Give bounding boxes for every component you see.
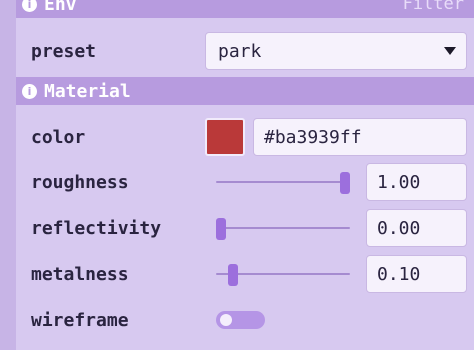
slider-thumb[interactable] [228, 264, 239, 286]
metalness-label: metalness [31, 263, 129, 285]
color-value: #ba3939ff [264, 126, 362, 148]
roughness-label: roughness [31, 171, 129, 193]
toggle-knob [220, 314, 232, 326]
slider-thumb[interactable] [340, 172, 350, 194]
reflectivity-value: 0.00 [377, 217, 421, 239]
slider-thumb[interactable] [216, 218, 226, 240]
color-label: color [31, 126, 86, 148]
reflectivity-slider[interactable] [216, 218, 350, 240]
env-section-header[interactable]: i Env Filter [16, 0, 474, 18]
roughness-row: roughness 1.00 [16, 159, 474, 205]
roughness-value: 1.00 [377, 171, 421, 193]
chevron-down-icon [444, 47, 456, 55]
metalness-input[interactable]: 0.10 [366, 255, 467, 293]
info-icon: i [22, 83, 37, 99]
filter-input[interactable]: Filter [403, 0, 464, 14]
preset-select[interactable]: park [205, 32, 467, 70]
roughness-input[interactable]: 1.00 [366, 163, 467, 201]
color-input[interactable]: #ba3939ff [253, 118, 467, 156]
metalness-row: metalness 0.10 [16, 251, 474, 297]
color-swatch[interactable] [205, 118, 245, 156]
wireframe-toggle[interactable] [216, 311, 265, 329]
slider-track [216, 227, 350, 229]
controls-panel: i Env Filter preset park i Material colo… [16, 0, 474, 350]
metalness-slider[interactable] [216, 264, 350, 286]
preset-value: park [218, 40, 262, 62]
preset-label: preset [31, 40, 97, 62]
env-section-title: Env [44, 0, 77, 15]
wireframe-row: wireframe [16, 297, 474, 343]
reflectivity-label: reflectivity [31, 217, 162, 239]
color-row: color #ba3939ff [16, 114, 474, 160]
preset-row: preset park [16, 28, 474, 74]
material-section-header[interactable]: i Material [16, 77, 474, 105]
reflectivity-input[interactable]: 0.00 [366, 209, 467, 247]
reflectivity-row: reflectivity 0.00 [16, 205, 474, 251]
material-section-title: Material [44, 80, 131, 102]
info-icon: i [22, 0, 37, 12]
slider-track [216, 181, 350, 183]
roughness-slider[interactable] [216, 172, 350, 194]
metalness-value: 0.10 [377, 263, 421, 285]
wireframe-label: wireframe [31, 309, 129, 331]
